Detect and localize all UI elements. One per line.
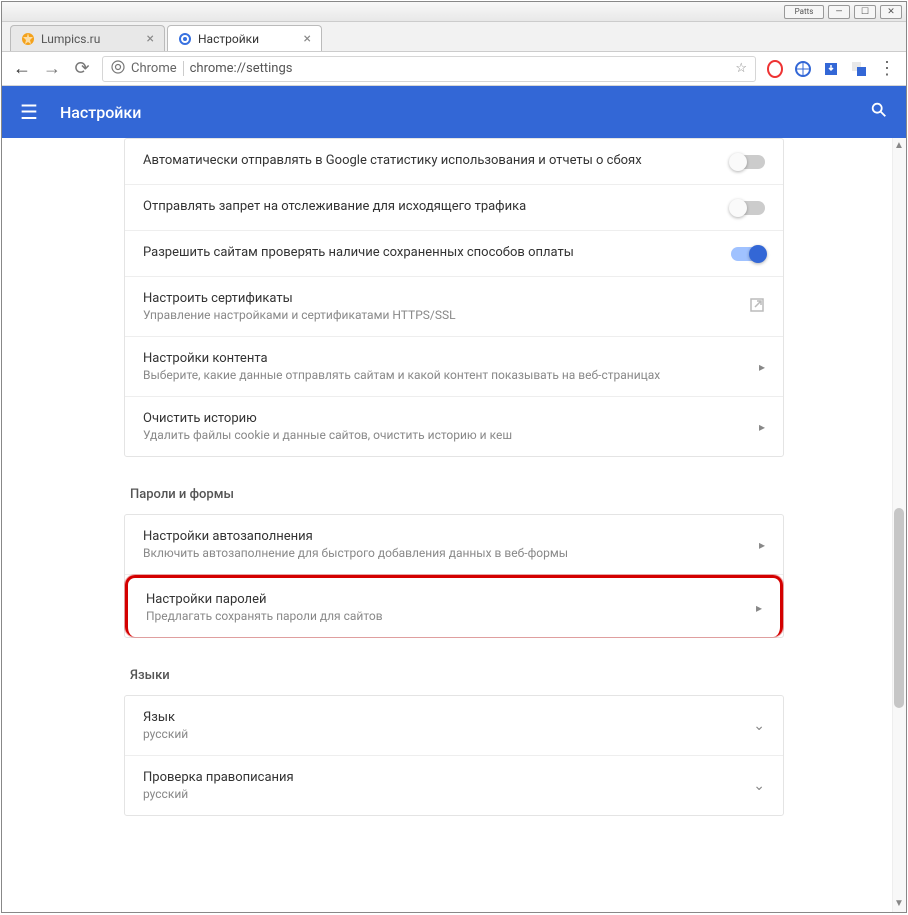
row-subtitle: Выберите, какие данные отправлять сайтам… [143,368,747,382]
row-subtitle: русский [143,727,741,741]
passwords-card: Настройки автозаполнения Включить автоза… [124,514,784,638]
chrome-icon [111,60,125,78]
bookmark-star-icon[interactable]: ☆ [735,61,747,76]
toggle-switch[interactable] [731,247,765,261]
row-title: Настройки контента [143,351,747,366]
row-subtitle: Включить автозаполнение для быстрого доб… [143,546,747,560]
chevron-down-icon: ⌄ [753,718,765,734]
setting-row-password-settings[interactable]: Настройки паролей Предлагать сохранять п… [125,575,783,637]
close-icon[interactable]: × [147,31,154,47]
row-title: Отправлять запрет на отслеживание для ис… [143,199,719,214]
scroll-down-icon[interactable]: ▼ [894,898,904,910]
chevron-right-icon: ▸ [759,420,765,434]
title-bar: Patts — ☐ ✕ [2,2,906,22]
minimize-button[interactable]: — [828,5,850,19]
row-title: Разрешить сайтам проверять наличие сохра… [143,245,719,260]
setting-row-language[interactable]: Язык русский ⌄ [125,696,783,756]
row-title: Язык [143,710,741,725]
close-icon[interactable]: × [304,31,311,47]
row-subtitle: русский [143,787,741,801]
browser-toolbar: ← → ⟳ Chrome chrome://settings ☆ ⋮ [2,52,906,86]
chevron-right-icon: ▸ [756,601,762,615]
gear-icon [178,32,192,46]
setting-row-content-settings[interactable]: Настройки контента Выберите, какие данны… [125,337,783,397]
back-button[interactable]: ← [12,58,32,79]
tab-label: Настройки [198,32,259,46]
scrollbar[interactable]: ▲ ▼ [892,138,906,912]
scrollbar-thumb[interactable] [894,508,904,708]
tab-lumpics[interactable]: Lumpics.ru × [10,25,165,51]
row-title: Проверка правописания [143,770,741,785]
scroll-up-icon[interactable]: ▲ [894,140,904,152]
tab-icon-lumpics [21,32,35,46]
external-link-icon [749,297,765,317]
tab-label: Lumpics.ru [41,32,100,46]
chevron-down-icon: ⌄ [753,778,765,794]
row-title: Настройки паролей [146,592,744,607]
row-title: Автоматически отправлять в Google статис… [143,153,719,168]
toggle-switch[interactable] [731,155,765,169]
reload-button[interactable]: ⟳ [72,58,92,79]
setting-row-do-not-track[interactable]: Отправлять запрет на отслеживание для ис… [125,185,783,231]
url-text: chrome://settings [190,61,293,76]
page-title: Настройки [60,103,141,122]
search-icon[interactable] [870,101,888,124]
globe-extension-icon[interactable] [794,60,812,78]
row-subtitle: Удалить файлы cookie и данные сайтов, оч… [143,428,747,442]
address-bar[interactable]: Chrome chrome://settings ☆ [102,56,756,82]
section-heading-passwords: Пароли и формы [130,487,784,502]
translate-extension-icon[interactable] [850,60,868,78]
setting-row-stats[interactable]: Автоматически отправлять в Google статис… [125,139,783,185]
row-subtitle: Предлагать сохранять пароли для сайтов [146,609,744,623]
setting-row-payment-check[interactable]: Разрешить сайтам проверять наличие сохра… [125,231,783,277]
tab-settings[interactable]: Настройки × [167,25,322,51]
section-heading-languages: Языки [130,668,784,683]
toggle-switch[interactable] [731,201,765,215]
close-window-button[interactable]: ✕ [880,5,902,19]
browser-menu-button[interactable]: ⋮ [878,58,896,79]
row-subtitle: Управление настройками и сертификатами H… [143,308,737,322]
row-title: Настроить сертификаты [143,291,737,306]
settings-content: ▲ ▼ Автоматически отправлять в Google ст… [2,138,906,912]
chevron-right-icon: ▸ [759,538,765,552]
forward-button[interactable]: → [42,58,62,79]
languages-card: Язык русский ⌄ Проверка правописания рус… [124,695,784,816]
row-title: Настройки автозаполнения [143,529,747,544]
hamburger-icon[interactable]: ☰ [20,100,38,124]
maximize-button[interactable]: ☐ [854,5,876,19]
row-title: Очистить историю [143,411,747,426]
setting-row-clear-history[interactable]: Очистить историю Удалить файлы cookie и … [125,397,783,456]
settings-header: ☰ Настройки [2,86,906,138]
app-window: Patts — ☐ ✕ Lumpics.ru × Настройки × ← →… [1,1,907,913]
setting-row-certificates[interactable]: Настроить сертификаты Управление настрой… [125,277,783,337]
opera-extension-icon[interactable] [766,60,784,78]
tab-strip: Lumpics.ru × Настройки × [2,22,906,52]
chevron-right-icon: ▸ [759,360,765,374]
privacy-card: Автоматически отправлять в Google статис… [124,138,784,457]
title-badge: Patts [784,5,824,19]
setting-row-autofill[interactable]: Настройки автозаполнения Включить автоза… [125,515,783,575]
setting-row-spellcheck[interactable]: Проверка правописания русский ⌄ [125,756,783,815]
download-extension-icon[interactable] [822,60,840,78]
url-scheme: Chrome [131,61,184,76]
